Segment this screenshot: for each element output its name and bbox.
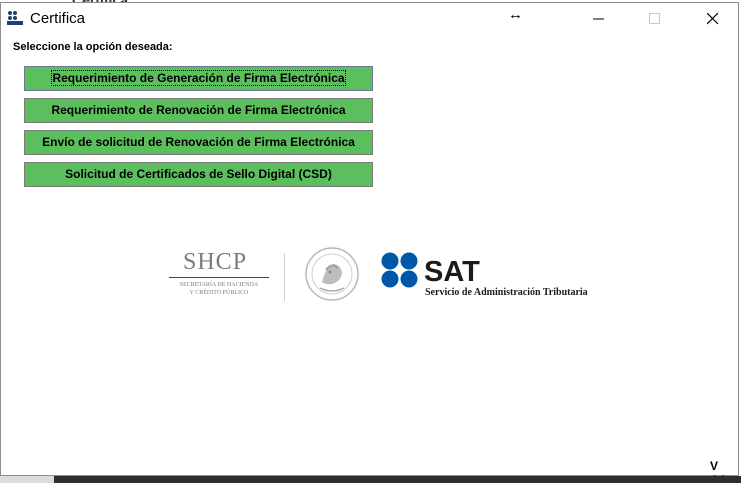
shcp-subtitle-line2: Y CRÉDITO PÚBLICO: [189, 290, 249, 296]
generation-request-label: Requerimiento de Generación de Firma Ele…: [51, 70, 346, 86]
shcp-title: SHCP: [183, 249, 248, 275]
option-prompt: Seleccione la opción deseada:: [13, 41, 173, 53]
maximize-icon: [649, 13, 660, 24]
close-icon: [707, 13, 719, 25]
certifica-window: Certifica ↔ Seleccione la opción deseada…: [0, 2, 739, 483]
renewal-request-label: Requerimiento de Renovación de Firma Ele…: [51, 103, 346, 117]
csd-request-button[interactable]: Solicitud de Certificados de Sello Digit…: [24, 162, 373, 187]
send-renewal-request-label: Envío de solicitud de Renovación de Firm…: [42, 135, 355, 149]
title-bar[interactable]: Certifica ↔: [1, 3, 738, 35]
generation-request-button[interactable]: Requerimiento de Generación de Firma Ele…: [24, 66, 373, 91]
resize-horizontal-cursor-icon: ↔: [508, 6, 523, 23]
mexico-seal-icon: [304, 244, 360, 304]
taskbar-edge-light: [0, 476, 54, 483]
close-button[interactable]: [689, 3, 735, 34]
maximize-button[interactable]: [631, 3, 677, 34]
renewal-request-button[interactable]: Requerimiento de Renovación de Firma Ele…: [24, 98, 373, 123]
minimize-button[interactable]: [575, 3, 621, 34]
logo-divider: [284, 253, 285, 301]
send-renewal-request-button[interactable]: Envío de solicitud de Renovación de Firm…: [24, 130, 373, 155]
sat-logo-icon: [380, 252, 420, 296]
sat-subtitle: Servicio de Administración Tributaria: [425, 287, 588, 298]
minimize-icon: [593, 18, 604, 20]
sat-title: SAT: [424, 256, 480, 288]
logos-banner: SHCP SECRETARÍA DE HACIENDA Y CRÉDITO PÚ…: [161, 241, 601, 311]
window-title: Certifica: [30, 10, 86, 27]
sat-app-icon[interactable]: [7, 10, 23, 26]
csd-request-label: Solicitud de Certificados de Sello Digit…: [65, 167, 332, 181]
shcp-divider-line: [169, 277, 269, 278]
shcp-subtitle-line1: SECRETARÍA DE HACIENDA: [179, 282, 259, 288]
taskbar-edge: [0, 476, 741, 483]
screen: Certifica Certifica ↔: [0, 0, 741, 483]
